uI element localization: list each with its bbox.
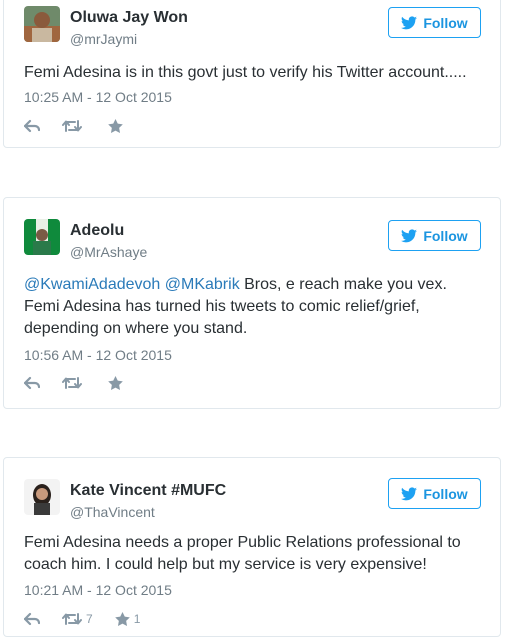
like-count: 1 (133, 612, 141, 626)
author-handle[interactable]: @ThaVincent (70, 504, 155, 520)
retweet-icon (62, 377, 82, 389)
tweet-actions: 7 1 (24, 611, 162, 627)
tweet-timestamp[interactable]: 10:21 AM - 12 Oct 2015 (24, 582, 172, 598)
avatar[interactable] (24, 479, 60, 515)
reply-button[interactable] (24, 119, 40, 133)
mention-link[interactable]: @KwamiAdadevoh (24, 276, 160, 293)
tweet-card: Kate Vincent #MUFC @ThaVincent Follow Fe… (3, 457, 501, 637)
tweet-card: Adeolu @MrAshaye Follow @KwamiAdadevoh @… (3, 197, 501, 409)
tweet-timestamp[interactable]: 10:56 AM - 12 Oct 2015 (24, 347, 172, 363)
author-name[interactable]: Kate Vincent #MUFC (70, 482, 226, 500)
tweet-text: Femi Adesina is in this govt just to ver… (24, 64, 467, 81)
twitter-bird-icon (401, 15, 418, 29)
tweet-text: Femi Adesina needs a proper Public Relat… (24, 534, 461, 573)
retweet-button[interactable] (62, 376, 86, 390)
reply-icon (24, 119, 40, 133)
avatar[interactable] (24, 219, 60, 255)
twitter-bird-icon (401, 486, 418, 500)
author-name[interactable]: Oluwa Jay Won (70, 9, 188, 27)
tweet-text: @KwamiAdadevoh @MKabrik Bros, e reach ma… (24, 274, 480, 340)
retweet-icon (62, 120, 82, 132)
retweet-count: 7 (86, 612, 93, 626)
retweet-icon (62, 613, 82, 625)
follow-button[interactable]: Follow (388, 220, 481, 251)
follow-label: Follow (423, 14, 468, 31)
mention-link[interactable]: @MKabrik (165, 276, 240, 293)
avatar[interactable] (24, 6, 60, 42)
follow-label: Follow (423, 227, 468, 244)
author-name[interactable]: Adeolu (70, 222, 124, 240)
star-icon (114, 612, 130, 626)
star-icon (108, 119, 123, 133)
reply-icon (24, 376, 40, 390)
tweet-actions (24, 118, 149, 134)
retweet-button[interactable]: 7 (62, 612, 93, 626)
tweet-actions (24, 375, 149, 391)
follow-button[interactable]: Follow (388, 478, 481, 509)
author-handle[interactable]: @MrAshaye (70, 244, 147, 260)
reply-icon (24, 612, 40, 626)
tweet-card: Oluwa Jay Won @mrJaymi Follow Femi Adesi… (3, 0, 501, 148)
like-button[interactable] (108, 119, 127, 133)
star-icon (108, 376, 123, 390)
retweet-button[interactable] (62, 119, 86, 133)
like-button[interactable]: 1 (114, 612, 141, 626)
tweet-timestamp[interactable]: 10:25 AM - 12 Oct 2015 (24, 89, 172, 105)
twitter-bird-icon (401, 228, 418, 242)
reply-button[interactable] (24, 612, 40, 626)
follow-label: Follow (423, 485, 468, 502)
like-button[interactable] (108, 376, 127, 390)
follow-button[interactable]: Follow (388, 7, 481, 38)
author-handle[interactable]: @mrJaymi (70, 31, 137, 47)
reply-button[interactable] (24, 376, 40, 390)
